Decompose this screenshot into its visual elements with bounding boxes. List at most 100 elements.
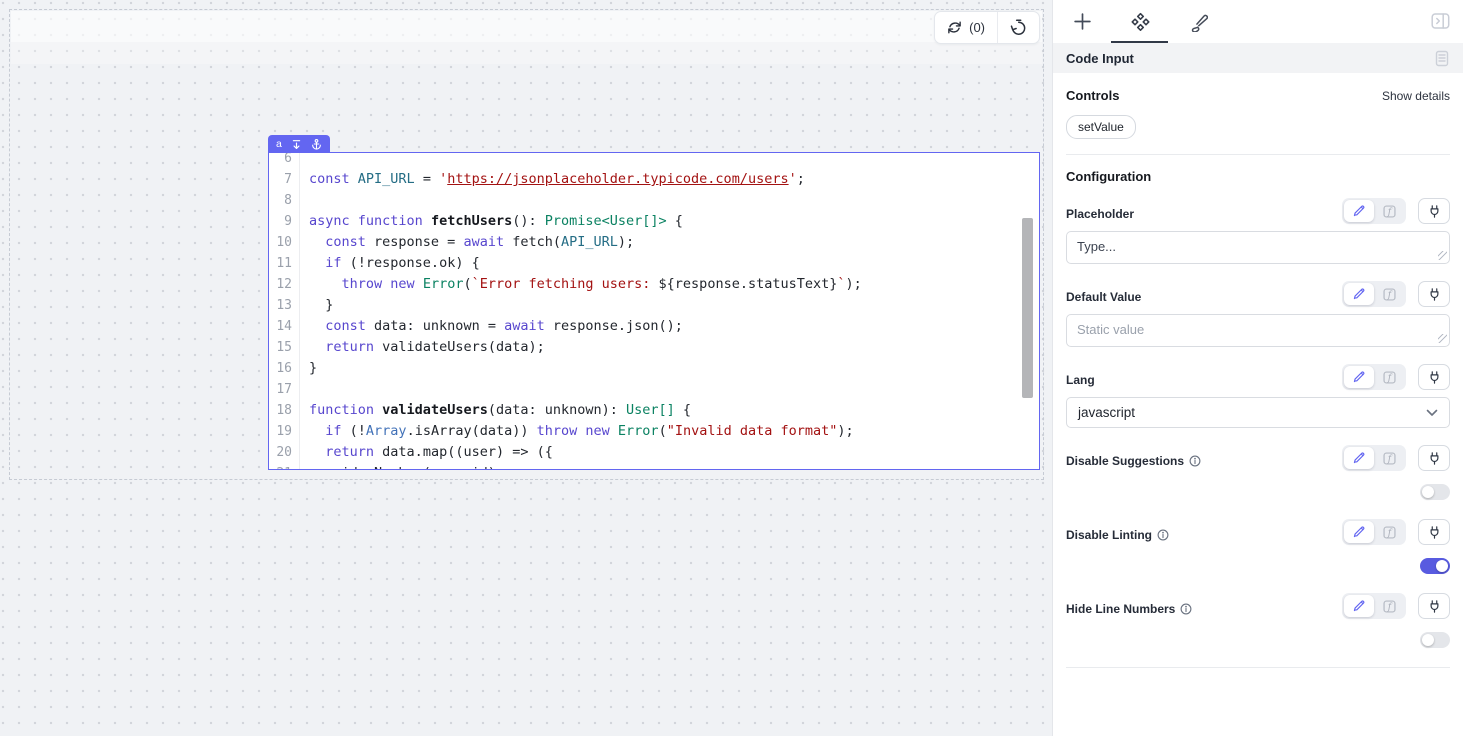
info-icon: [1157, 529, 1169, 541]
code-editor[interactable]: 67const API_URL = 'https://jsonplacehold…: [269, 153, 1039, 469]
line-number: 8: [269, 190, 300, 211]
code-line-text: [300, 190, 309, 211]
bind-data-button[interactable]: [1418, 364, 1450, 390]
app-canvas[interactable]: (0) a 67const API_URL = 'https://jsonpla…: [0, 0, 1052, 736]
pencil-icon: [1352, 370, 1366, 384]
fx-mode-button[interactable]: f: [1374, 595, 1404, 617]
line-number: 12: [269, 274, 300, 295]
widget-title: Code Input: [1066, 51, 1134, 66]
field-label: Hide Line Numbers: [1066, 602, 1175, 616]
fx-mode-button[interactable]: f: [1374, 366, 1404, 388]
hide-line-numbers-toggle[interactable]: [1420, 632, 1450, 648]
widget-tag[interactable]: a: [268, 135, 330, 153]
docs-icon[interactable]: [1434, 50, 1450, 67]
move-down-icon[interactable]: [291, 138, 302, 151]
lang-selected-value: javascript: [1078, 405, 1135, 420]
disable-suggestions-toggle[interactable]: [1420, 484, 1450, 500]
tab-styles[interactable]: [1169, 0, 1227, 43]
line-number: 15: [269, 337, 300, 358]
field-label: Lang: [1066, 373, 1095, 390]
code-line-text: async function fetchUsers(): Promise<Use…: [300, 211, 683, 232]
edit-mode-button[interactable]: [1344, 595, 1374, 617]
bind-data-button[interactable]: [1418, 593, 1450, 619]
field-default-value: Default Value f: [1066, 281, 1450, 347]
bind-data-button[interactable]: [1418, 519, 1450, 545]
pencil-icon: [1352, 451, 1366, 465]
edit-mode-button[interactable]: [1344, 283, 1374, 305]
fx-mode-button[interactable]: f: [1374, 200, 1404, 222]
history-button[interactable]: [997, 12, 1039, 43]
widget-header-bar: Code Input: [1053, 43, 1463, 73]
code-line-text: [300, 379, 309, 400]
collapse-panel-icon[interactable]: [1431, 12, 1450, 35]
fx-icon: f: [1382, 525, 1397, 540]
configuration-title: Configuration: [1066, 169, 1450, 184]
line-number: 11: [269, 253, 300, 274]
refresh-icon: [947, 20, 962, 35]
fx-icon: f: [1382, 370, 1397, 385]
svg-text:f: f: [1386, 454, 1392, 464]
value-mode-switcher: f: [1342, 364, 1406, 390]
chevron-down-icon: [1426, 409, 1438, 417]
code-line: 8: [269, 190, 1039, 211]
edit-mode-button[interactable]: [1344, 366, 1374, 388]
edit-mode-button[interactable]: [1344, 521, 1374, 543]
plug-icon: [1427, 599, 1442, 614]
edit-mode-button[interactable]: [1344, 447, 1374, 469]
code-line: 11 if (!response.ok) {: [269, 253, 1039, 274]
code-line-text: }: [300, 295, 333, 316]
code-line: 15 return validateUsers(data);: [269, 337, 1039, 358]
field-label: Disable Suggestions: [1066, 454, 1184, 468]
svg-text:f: f: [1386, 373, 1392, 383]
line-number: 19: [269, 421, 300, 442]
bind-data-button[interactable]: [1418, 281, 1450, 307]
controls-section: Controls Show details setValue: [1053, 73, 1463, 155]
value-mode-switcher: f: [1342, 519, 1406, 545]
edit-mode-button[interactable]: [1344, 200, 1374, 222]
value-mode-switcher: f: [1342, 445, 1406, 471]
resize-handle[interactable]: [1438, 334, 1447, 343]
field-disable-linting: Disable Linting f: [1066, 519, 1450, 574]
code-line-text: throw new Error(`Error fetching users: $…: [300, 274, 862, 295]
line-number: 9: [269, 211, 300, 232]
pencil-icon: [1352, 204, 1366, 218]
code-input-widget[interactable]: a 67const API_URL = 'https://jsonplaceho…: [268, 152, 1040, 470]
bind-data-button[interactable]: [1418, 445, 1450, 471]
lang-select[interactable]: javascript: [1066, 397, 1450, 428]
fx-mode-button[interactable]: f: [1374, 521, 1404, 543]
controls-title: Controls: [1066, 88, 1119, 103]
canvas-header-dropzone: [11, 11, 1042, 42]
show-details-link[interactable]: Show details: [1382, 89, 1450, 103]
components-icon: [1131, 12, 1150, 31]
toggle-knob: [1436, 560, 1448, 572]
tab-add-component[interactable]: [1053, 0, 1111, 43]
code-line: 19 if (!Array.isArray(data)) throw new E…: [269, 421, 1039, 442]
fx-mode-button[interactable]: f: [1374, 283, 1404, 305]
code-line: 7const API_URL = 'https://jsonplaceholde…: [269, 169, 1039, 190]
bind-data-button[interactable]: [1418, 198, 1450, 224]
code-line-text: if (!Array.isArray(data)) throw new Erro…: [300, 421, 854, 442]
code-line: 20 return data.map((user) => ({: [269, 442, 1039, 463]
field-hide-line-numbers: Hide Line Numbers f: [1066, 593, 1450, 648]
canvas-header-dropzone-2: [11, 42, 1042, 64]
editor-scrollbar[interactable]: [1022, 218, 1033, 398]
fx-mode-button[interactable]: f: [1374, 447, 1404, 469]
refresh-queries-button[interactable]: (0): [935, 12, 997, 43]
field-label: Disable Linting: [1066, 528, 1152, 542]
anchor-icon[interactable]: [311, 138, 322, 150]
code-line: 21 id: Number(user.id),: [269, 463, 1039, 469]
code-line-text: const response = await fetch(API_URL);: [300, 232, 634, 253]
resize-handle[interactable]: [1438, 251, 1447, 260]
tab-properties[interactable]: [1111, 0, 1169, 43]
field-disable-suggestions: Disable Suggestions f: [1066, 445, 1450, 500]
value-mode-switcher: f: [1342, 198, 1406, 224]
default-value-input[interactable]: [1066, 314, 1450, 347]
placeholder-input[interactable]: Type...: [1066, 231, 1450, 264]
field-label: Placeholder: [1066, 207, 1134, 224]
pencil-icon: [1352, 525, 1366, 539]
disable-linting-toggle[interactable]: [1420, 558, 1450, 574]
toggle-knob: [1422, 634, 1434, 646]
code-line: 10 const response = await fetch(API_URL)…: [269, 232, 1039, 253]
line-number: 21: [269, 463, 300, 469]
setvalue-chip[interactable]: setValue: [1066, 115, 1136, 139]
